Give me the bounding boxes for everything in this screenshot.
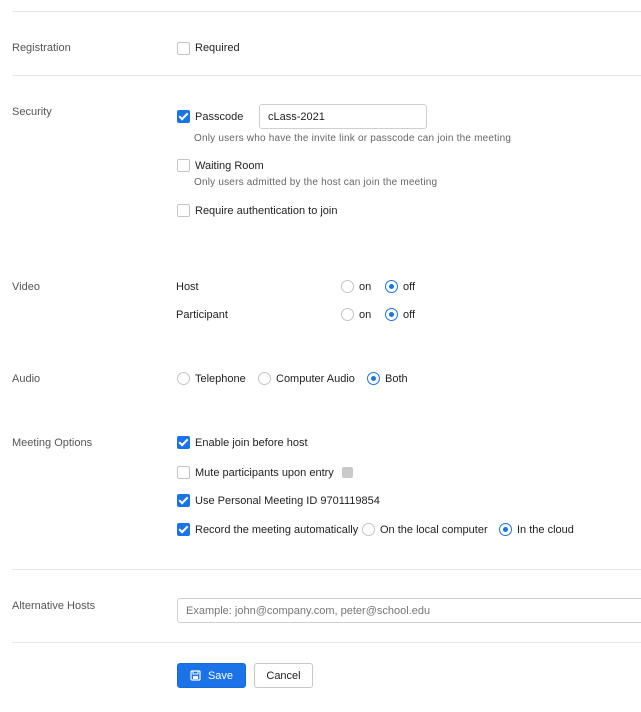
video-participant-off-radio[interactable]	[385, 308, 398, 321]
audio-telephone-radio[interactable]	[177, 372, 190, 385]
record-cloud-radio[interactable]	[499, 523, 512, 536]
waiting-room-label: Waiting Room	[195, 160, 264, 172]
video-participant-on-radio[interactable]	[341, 308, 354, 321]
video-label: Video	[12, 281, 40, 293]
save-button[interactable]: Save	[177, 663, 246, 688]
alternative-hosts-input[interactable]	[177, 598, 641, 623]
meeting-options-label: Meeting Options	[12, 437, 93, 449]
mute-participants-label: Mute participants upon entry	[195, 467, 334, 479]
require-auth-checkbox[interactable]	[177, 204, 190, 217]
audio-computer-radio[interactable]	[258, 372, 271, 385]
divider-top	[12, 11, 641, 12]
divider-meeting-options	[12, 569, 641, 570]
record-local-radio[interactable]	[362, 523, 375, 536]
cancel-button-label: Cancel	[266, 669, 301, 682]
audio-label: Audio	[12, 373, 41, 385]
passcode-checkbox[interactable]	[177, 110, 190, 123]
record-cloud-label: In the cloud	[517, 524, 574, 536]
video-participant-off-label: off	[403, 309, 416, 321]
waiting-room-hint: Only users admitted by the host can join…	[194, 177, 438, 188]
record-automatically-checkbox[interactable]	[177, 523, 190, 536]
passcode-hint: Only users who have the invite link or p…	[194, 133, 512, 144]
required-label: Required	[195, 42, 240, 54]
record-local-label: On the local computer	[380, 524, 488, 536]
video-host-off-radio[interactable]	[385, 280, 398, 293]
video-host-label: Host	[176, 281, 199, 293]
passcode-input[interactable]	[259, 104, 427, 129]
require-auth-label: Require authentication to join	[195, 205, 338, 217]
passcode-label: Passcode	[195, 111, 244, 123]
record-automatically-label: Record the meeting automatically	[195, 524, 359, 536]
required-checkbox[interactable]	[177, 42, 190, 55]
video-participant-label: Participant	[176, 309, 228, 321]
audio-telephone-label: Telephone	[195, 373, 246, 385]
audio-both-radio[interactable]	[367, 372, 380, 385]
join-before-host-checkbox[interactable]	[177, 436, 190, 449]
video-host-on-label: on	[359, 281, 372, 293]
divider-alternative-hosts	[12, 642, 641, 643]
video-participant-on-label: on	[359, 309, 372, 321]
save-icon	[190, 670, 201, 681]
mute-participants-checkbox[interactable]	[177, 466, 190, 479]
video-host-off-label: off	[403, 281, 416, 293]
alternative-hosts-label: Alternative Hosts	[12, 600, 96, 612]
join-before-host-label: Enable join before host	[195, 437, 308, 449]
security-label: Security	[12, 106, 52, 118]
divider-registration	[12, 75, 641, 76]
registration-label: Registration	[12, 42, 71, 54]
save-button-label: Save	[207, 669, 234, 682]
personal-meeting-id-label: Use Personal Meeting ID 9701119854	[195, 495, 380, 507]
video-host-on-radio[interactable]	[341, 280, 354, 293]
waiting-room-checkbox[interactable]	[177, 159, 190, 172]
audio-both-label: Both	[385, 373, 408, 385]
info-icon[interactable]	[342, 467, 353, 478]
audio-computer-label: Computer Audio	[276, 373, 355, 385]
cancel-button[interactable]: Cancel	[254, 663, 313, 688]
personal-meeting-id-checkbox[interactable]	[177, 494, 190, 507]
